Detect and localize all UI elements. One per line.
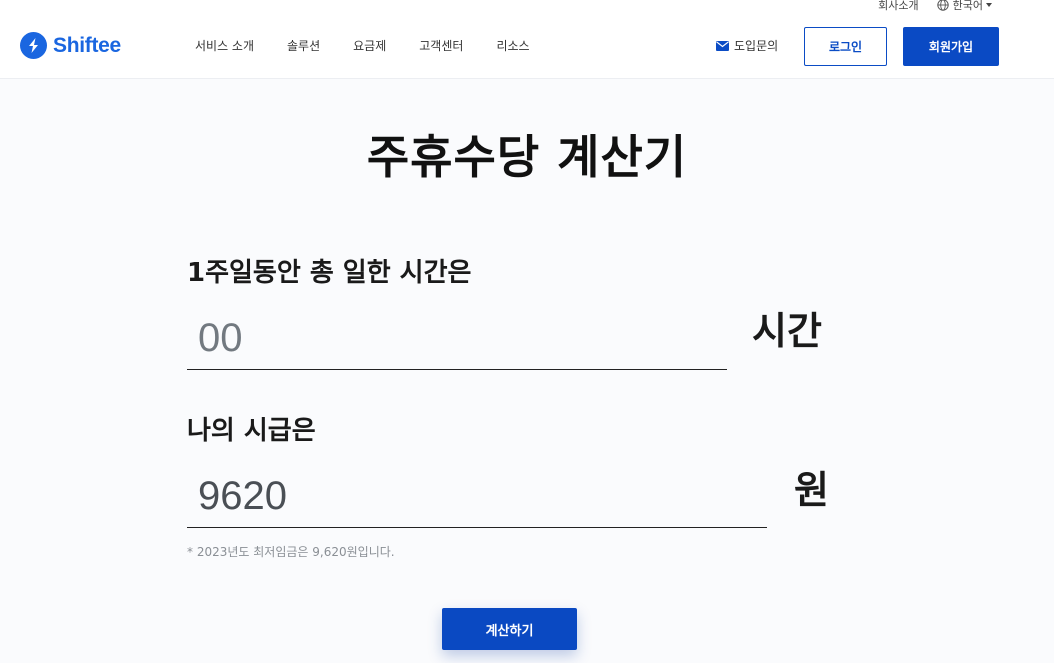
nav-item-pricing[interactable]: 요금제 [353,37,386,54]
minimum-wage-note: * 2023년도 최저임금은 9,620원입니다. [187,545,395,559]
mail-icon [716,40,729,51]
wage-unit: 원 [794,468,829,512]
signup-button[interactable]: 회원가입 [903,27,999,66]
site-header: 회사소개 한국어 Shiftee 서비스 소개 솔루션 요금제 고객센터 리소스 [0,0,1054,79]
login-button[interactable]: 로그인 [804,27,887,66]
nav-item-support[interactable]: 고객센터 [419,37,463,54]
hours-unit: 시간 [752,309,822,353]
caret-down-icon [986,3,992,7]
language-selector[interactable]: 한국어 [936,0,992,13]
nav-item-service-intro[interactable]: 서비스 소개 [195,37,254,54]
utility-bar: 회사소개 한국어 [878,0,992,13]
nav-item-resources[interactable]: 리소스 [496,37,529,54]
wage-input[interactable] [187,466,767,528]
logo-text: Shiftee [53,33,121,57]
hours-input[interactable] [187,308,727,370]
calculate-button[interactable]: 계산하기 [442,608,577,650]
page-title: 주휴수당 계산기 [366,130,688,184]
nav-item-solutions[interactable]: 솔루션 [287,37,320,54]
wage-label: 나의 시급은 [187,416,316,446]
inquiry-label: 도입문의 [734,39,779,53]
main-nav: 서비스 소개 솔루션 요금제 고객센터 리소스 [195,37,563,54]
hours-label: 1주일동안 총 일한 시간은 [187,258,472,288]
logo-mark-icon [20,32,47,59]
shiftee-logo[interactable]: Shiftee [20,32,121,59]
company-info-link[interactable]: 회사소개 [878,0,918,13]
globe-icon [936,0,949,11]
language-label: 한국어 [952,0,983,12]
inquiry-link[interactable]: 도입문의 [716,37,778,54]
